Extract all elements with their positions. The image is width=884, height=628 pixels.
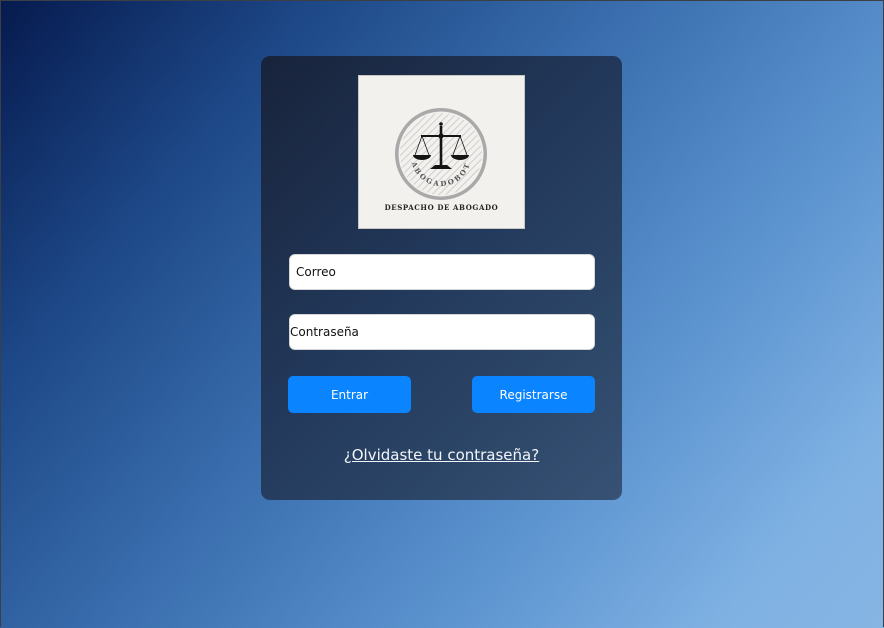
logo-caption: DESPACHO DE ABOGADO xyxy=(384,203,499,212)
login-card: ABOGADOBOT DESPACHO DE ABOGADO Entrar Re… xyxy=(261,56,622,500)
register-button[interactable]: Registrarse xyxy=(472,376,595,413)
login-button[interactable]: Entrar xyxy=(288,376,411,413)
password-field[interactable] xyxy=(289,314,595,350)
email-field[interactable] xyxy=(289,254,595,290)
firm-logo: ABOGADOBOT DESPACHO DE ABOGADO xyxy=(358,75,525,229)
forgot-password-link[interactable]: ¿Olvidaste tu contraseña? xyxy=(261,446,622,464)
